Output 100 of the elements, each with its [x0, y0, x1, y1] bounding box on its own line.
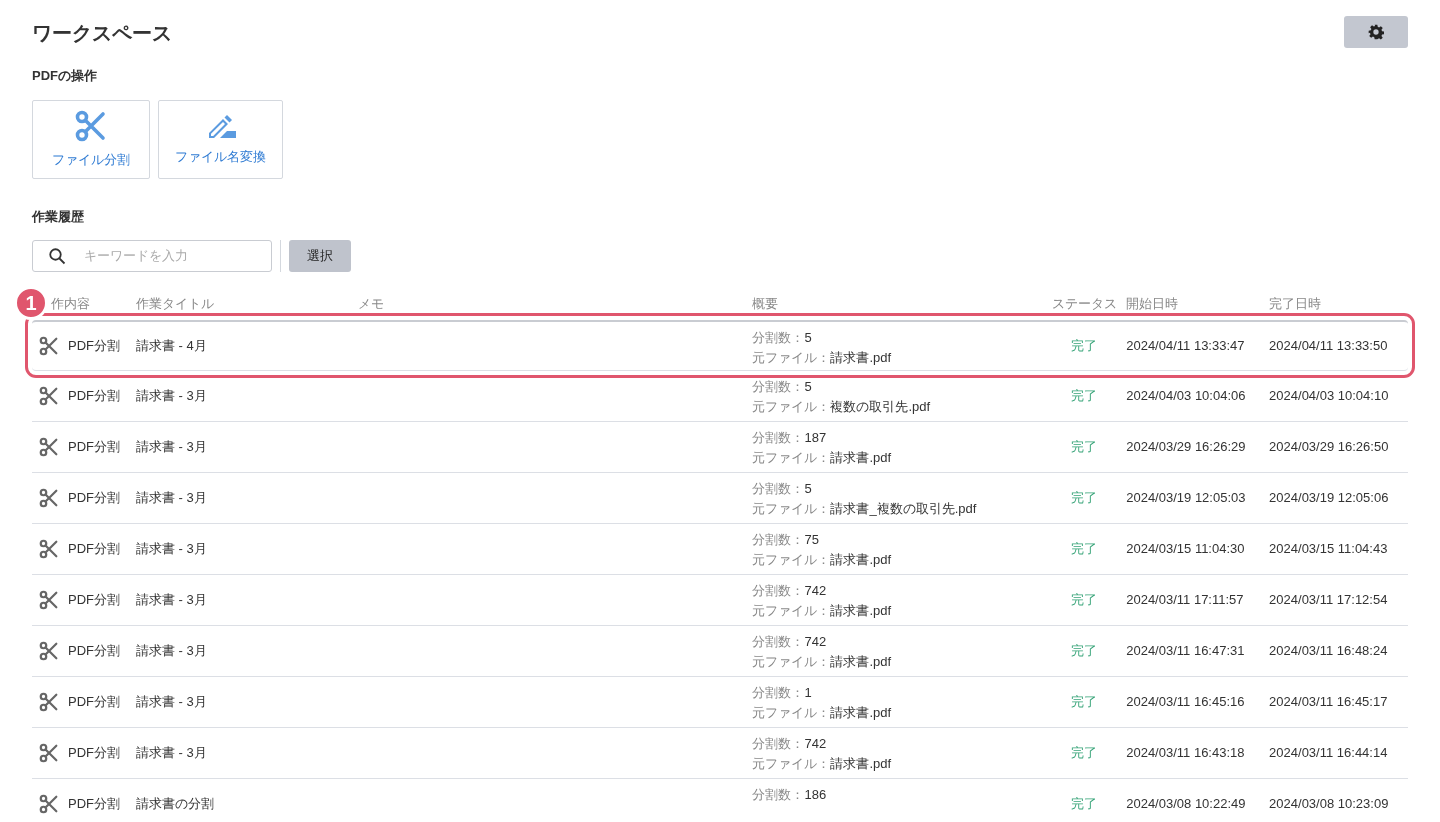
operation-tile[interactable]: ファイル分割 [32, 99, 150, 179]
summary-line: 元ファイル：請求書.pdf [752, 602, 893, 620]
summary-line: 元ファイル：請求書.pdf [752, 704, 893, 722]
table-row[interactable]: PDF分割 請求書 - 3月 分割数：742 元ファイル：請求書.pdf 完了 2024/03/11 17:11:57 2024/03/11 17:12:54 [32, 575, 1408, 626]
summary-line: 分割数：186 [752, 786, 828, 804]
scissors-icon [38, 538, 60, 560]
table-cell-text: PDF分割 [68, 744, 120, 763]
summary-line: 分割数：75 [752, 531, 820, 549]
table-cell: 2024/03/29 16:26:29 [1126, 439, 1246, 455]
table-cell-text: PDF分割 [68, 591, 120, 610]
status-text: 完了 [1071, 439, 1098, 455]
table-row[interactable]: PDF分割 請求書 - 3月 分割数：5 元ファイル：請求書_複数の取引先.pdf 完了 2024/03/19 12:05:03 2024/03/19 12:05:06 [32, 473, 1408, 524]
scissors-icon [38, 691, 60, 713]
table-cell-text: PDF分割 [68, 438, 120, 457]
status-text: 完了 [1071, 796, 1098, 812]
summary-line: 元ファイル：複数の取引先.pdf [752, 398, 932, 416]
column-header: 完了日時 [1269, 296, 1322, 312]
table-cell: 請求書 - 3月 [135, 694, 207, 710]
table-cell: 請求書 - 3月 [135, 388, 207, 404]
table-cell: 2024/03/11 17:11:57 [1126, 592, 1244, 608]
table-cell: 2024/04/03 10:04:06 [1126, 388, 1246, 404]
table-cell: 2024/03/29 16:26:50 [1269, 439, 1389, 455]
summary-line: 元ファイル：請求書_複数の取引先.pdf [752, 500, 978, 518]
settings-icon [1368, 24, 1384, 40]
summary-line: 分割数：187 [752, 429, 828, 447]
table-cell: 2024/03/11 16:48:24 [1269, 643, 1388, 659]
scissors-icon [38, 385, 60, 407]
operation-tile[interactable]: ファイル名変換 [158, 99, 283, 179]
scissors-icon [38, 793, 60, 815]
table-cell: 請求書 - 4月 [135, 338, 207, 354]
status-text: 完了 [1071, 388, 1098, 404]
table-cell-text: PDF分割 [68, 642, 120, 661]
table-cell: 請求書 - 3月 [135, 541, 207, 557]
search-icon [48, 247, 66, 265]
table-cell: 2024/03/11 16:43:18 [1126, 745, 1245, 761]
scissors-icon [38, 742, 60, 764]
table-cell: 2024/04/03 10:04:10 [1269, 388, 1389, 404]
summary-line: 分割数：1 [752, 684, 813, 702]
search-input[interactable]: キーワードを入力 [84, 246, 256, 266]
table-cell: 2024/03/11 16:44:14 [1269, 745, 1388, 761]
table-cell-text: PDF分割 [68, 795, 120, 814]
table-cell: 請求書 - 3月 [135, 592, 207, 608]
summary-line: 分割数：5 [752, 329, 813, 347]
table-row[interactable]: PDF分割 請求書 - 3月 分割数：742 元ファイル：請求書.pdf 完了 2024/03/11 16:47:31 2024/03/11 16:48:24 [32, 626, 1408, 677]
summary-line: 元ファイル：請求書.pdf [752, 653, 893, 671]
table-cell: 請求書 - 3月 [135, 439, 207, 455]
table-cell: 請求書の分割 [135, 796, 214, 812]
scissors-icon [38, 640, 60, 662]
column-header: 作業タイトル [135, 296, 214, 312]
status-text: 完了 [1071, 490, 1098, 506]
page-title: ワークスペース [32, 21, 172, 46]
table-cell: 2024/03/08 10:22:49 [1126, 796, 1246, 812]
table-row[interactable]: PDF分割 請求書 - 3月 分割数：5 元ファイル：複数の取引先.pdf 完了 2024/04/03 10:04:06 2024/04/03 10:04:10 [32, 371, 1408, 422]
summary-line: 分割数：742 [752, 735, 828, 753]
table-cell: 2024/03/11 16:45:17 [1269, 694, 1388, 710]
status-text: 完了 [1071, 338, 1098, 354]
table-cell-text: PDF分割 [68, 337, 120, 356]
summary-line: 分割数：5 [752, 378, 813, 396]
column-header: 作内容 [51, 296, 90, 312]
table-row[interactable]: PDF分割 請求書 - 3月 分割数：1 元ファイル：請求書.pdf 完了 2024/03/11 16:45:16 2024/03/11 16:45:17 [32, 677, 1408, 728]
table-cell: 2024/03/11 17:12:54 [1269, 592, 1388, 608]
scissors-icon [38, 589, 60, 611]
summary-line: 元ファイル：請求書.pdf [752, 449, 893, 467]
status-text: 完了 [1071, 592, 1098, 608]
scissors-icon [38, 487, 60, 509]
table-row[interactable]: PDF分割 請求書 - 3月 分割数：75 元ファイル：請求書.pdf 完了 2024/03/15 11:04:30 2024/03/15 11:04:43 [32, 524, 1408, 575]
search-field[interactable]: キーワードを入力 [32, 240, 272, 272]
summary-line: 元ファイル：請求書.pdf [752, 349, 893, 367]
table-row[interactable]: PDF分割 請求書 - 3月 分割数：187 元ファイル：請求書.pdf 完了 2024/03/29 16:26:29 2024/03/29 16:26:50 [32, 422, 1408, 473]
scissors-icon [38, 335, 60, 357]
table-cell: 2024/03/08 10:23:09 [1269, 796, 1389, 812]
scissors-icon [38, 436, 60, 458]
table-cell-text: PDF分割 [68, 387, 120, 406]
highlighted-row[interactable]: PDF分割 請求書 - 4月 分割数：5 元ファイル：請求書.pdf 完了 2024/04/11 13:33:47 2024/04/11 13:33:50 [32, 320, 1408, 371]
summary-line: 分割数：742 [752, 633, 828, 651]
table-cell: 2024/04/11 13:33:50 [1269, 338, 1388, 354]
table-cell: 2024/03/15 11:04:43 [1269, 541, 1388, 557]
column-header: 概要 [752, 296, 779, 312]
table-row[interactable]: PDF分割 請求書の分割 分割数：186 完了 2024/03/08 10:22:49 2024/03/08 10:23:09 [32, 779, 1408, 822]
summary-line: 元ファイル：請求書.pdf [752, 551, 893, 569]
section-heading: PDFの操作 [32, 67, 98, 85]
column-header: ステータス [1051, 296, 1117, 312]
table-cell: 2024/03/11 16:47:31 [1126, 643, 1245, 659]
column-header: 開始日時 [1126, 296, 1179, 312]
table-cell: 2024/03/19 12:05:03 [1126, 490, 1246, 506]
table-cell: 2024/03/11 16:45:16 [1126, 694, 1245, 710]
settings-button[interactable] [1344, 16, 1408, 48]
table-row[interactable]: PDF分割 請求書 - 3月 分割数：742 元ファイル：請求書.pdf 完了 2024/03/11 16:43:18 2024/03/11 16:44:14 [32, 728, 1408, 779]
section-heading: 作業履歴 [32, 207, 85, 226]
summary-line: 分割数：742 [752, 582, 828, 600]
table-cell: 2024/04/11 13:33:47 [1126, 338, 1245, 354]
table-cell-text: PDF分割 [68, 693, 120, 712]
table-cell: 請求書 - 3月 [135, 745, 207, 761]
summary-line: 元ファイル：請求書.pdf [752, 755, 893, 773]
summary-line: 分割数：5 [752, 480, 813, 498]
table-cell: 2024/03/19 12:05:06 [1269, 490, 1389, 506]
select-button[interactable]: 選択 [289, 240, 351, 272]
table-cell-text: PDF分割 [68, 540, 120, 559]
status-text: 完了 [1071, 745, 1098, 761]
status-text: 完了 [1071, 541, 1098, 557]
